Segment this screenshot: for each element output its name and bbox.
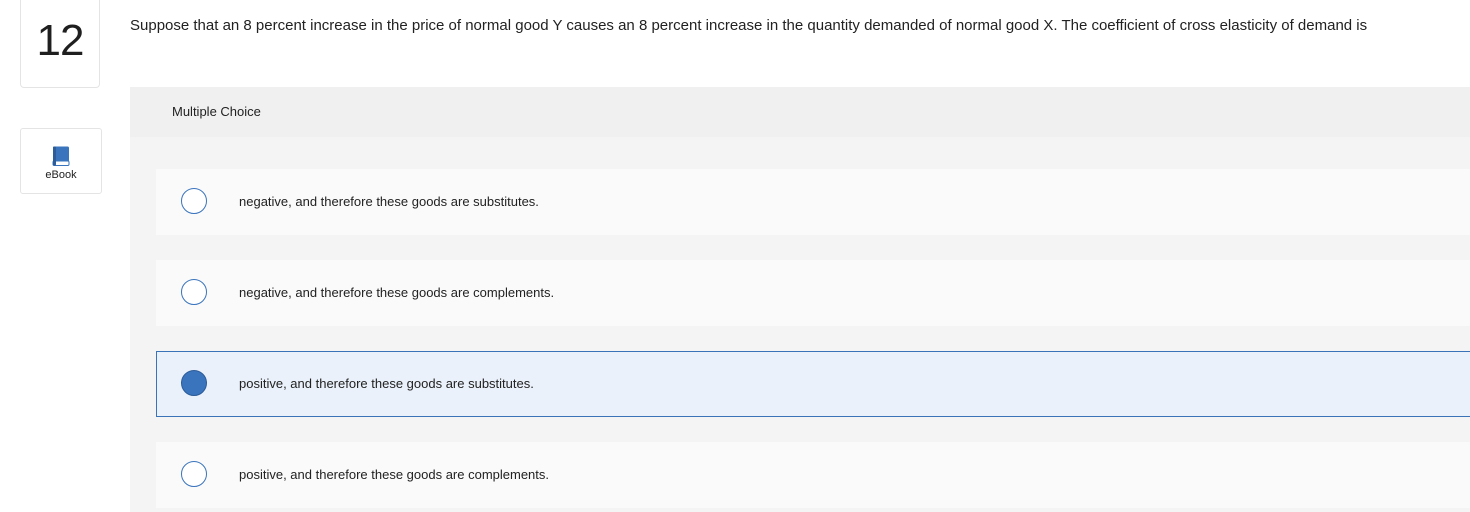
ebook-button[interactable]: eBook	[20, 128, 102, 194]
book-icon	[52, 146, 70, 166]
radio-button[interactable]	[181, 279, 207, 305]
choice-label: negative, and therefore these goods are …	[239, 285, 555, 300]
multiple-choice-title: Multiple Choice	[172, 104, 261, 119]
radio-button[interactable]	[181, 188, 207, 214]
question-text: Suppose that an 8 percent increase in th…	[130, 17, 1368, 34]
choice-option-4[interactable]: positive, and therefore these goods are …	[156, 442, 1470, 508]
choice-label: positive, and therefore these goods are …	[239, 467, 550, 482]
choices-list: negative, and therefore these goods are …	[130, 137, 1470, 512]
radio-button-selected[interactable]	[181, 370, 207, 396]
ebook-label: eBook	[45, 168, 77, 181]
choice-option-3[interactable]: positive, and therefore these goods are …	[156, 351, 1470, 417]
choice-label: positive, and therefore these goods are …	[239, 376, 534, 391]
choice-option-1[interactable]: negative, and therefore these goods are …	[156, 169, 1470, 235]
question-number: 12	[36, 15, 85, 65]
multiple-choice-panel: Multiple Choice negative, and therefore …	[130, 87, 1470, 512]
multiple-choice-header: Multiple Choice	[130, 87, 1470, 137]
choice-option-2[interactable]: negative, and therefore these goods are …	[156, 260, 1470, 326]
choice-label: negative, and therefore these goods are …	[239, 194, 539, 209]
question-number-box: 12	[20, 0, 100, 88]
radio-button[interactable]	[181, 461, 207, 487]
